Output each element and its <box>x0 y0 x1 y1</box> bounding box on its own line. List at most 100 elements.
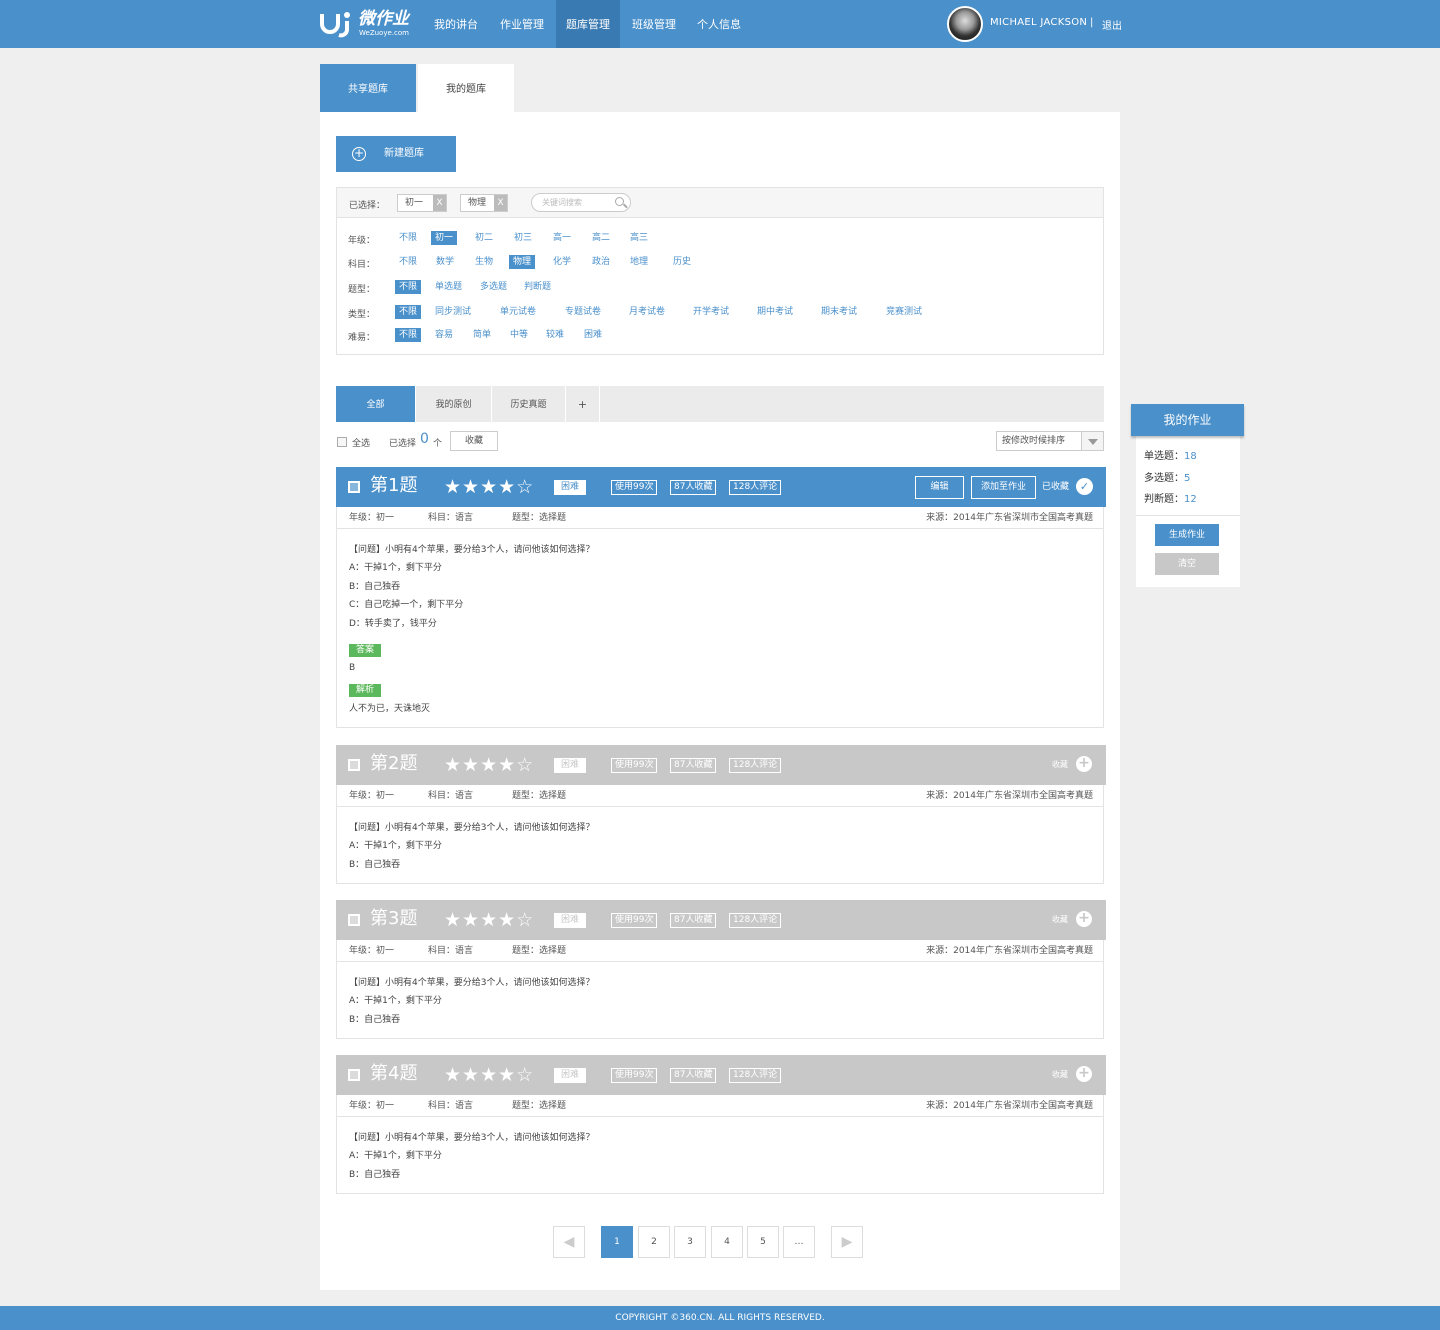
filter-option[interactable]: 不限 <box>395 231 421 245</box>
analysis-text: 人不为已，天诛地灭 <box>349 704 431 714</box>
filter-option[interactable]: 单元试卷 <box>496 305 540 319</box>
filter-option[interactable]: 物理 <box>509 255 536 269</box>
favorites-tag: 87人收藏 <box>670 1068 717 1083</box>
tab-add-button[interactable]: + <box>566 386 600 422</box>
filter-option[interactable]: 历史 <box>669 255 695 269</box>
nav-item-profile[interactable]: 个人信息 <box>688 0 750 48</box>
page-button[interactable]: 4 <box>711 1226 743 1258</box>
filter-option[interactable]: 期中考试 <box>753 305 797 319</box>
filter-option[interactable]: 高二 <box>588 231 614 245</box>
filter-option[interactable]: 不限 <box>395 255 421 269</box>
filter-option[interactable]: 多选题 <box>476 280 511 294</box>
filter-label-qtype: 题型： <box>348 285 376 295</box>
meta-type: 题型：选择题 <box>512 513 567 523</box>
meta-subject: 科目：语言 <box>428 1101 474 1111</box>
filter-option[interactable]: 月考试卷 <box>625 305 669 319</box>
question-checkbox[interactable] <box>348 481 360 493</box>
meta-source: 来源：2014年广东省深圳市全国高考真题 <box>926 946 1093 956</box>
keyword-search-input[interactable]: 关键词搜索 <box>531 193 631 212</box>
filter-option[interactable]: 简单 <box>469 328 495 342</box>
tab-my-original[interactable]: 我的原创 <box>416 386 492 422</box>
nav-item-homework[interactable]: 作业管理 <box>490 0 554 48</box>
filter-option[interactable]: 数学 <box>432 255 458 269</box>
filter-option[interactable]: 初一 <box>431 231 458 245</box>
chip-remove-button[interactable]: X <box>494 195 507 211</box>
collect-label: 收藏 <box>1052 760 1068 769</box>
logout-link[interactable]: 退出 <box>1102 17 1122 32</box>
question-option: A：干掉1个，剩下平分 <box>349 1151 442 1161</box>
nav-item-class[interactable]: 班级管理 <box>622 0 686 48</box>
question-stem: 【问题】小明有4个苹果，要分给3个人，请问他该如何选择？ <box>349 1133 595 1143</box>
avatar[interactable] <box>947 6 983 42</box>
page-button[interactable]: 1 <box>601 1226 633 1258</box>
add-to-homework-button[interactable]: 添加至作业 <box>971 476 1036 499</box>
rating-stars: ★★★★☆ <box>444 476 535 498</box>
meta-subject: 科目：语言 <box>428 946 474 956</box>
filter-option[interactable]: 困难 <box>580 328 606 342</box>
tab-all[interactable]: 全部 <box>336 386 416 422</box>
question-checkbox[interactable] <box>348 759 360 771</box>
filter-option[interactable]: 化学 <box>549 255 575 269</box>
filter-option[interactable]: 判断题 <box>520 280 555 294</box>
filter-option[interactable]: 中等 <box>506 328 532 342</box>
meta-grade: 年级：初一 <box>349 946 395 956</box>
plus-circle-icon[interactable]: + <box>1076 911 1092 927</box>
filter-option[interactable]: 同步测试 <box>431 305 475 319</box>
filter-option[interactable]: 政治 <box>588 255 614 269</box>
footer-copyright: COPYRIGHT ©360.CN. ALL RIGHTS RESERVED. <box>0 1306 1440 1330</box>
question-checkbox[interactable] <box>348 1069 360 1081</box>
logo-icon <box>320 12 350 38</box>
filter-option[interactable]: 专题试卷 <box>561 305 605 319</box>
generate-homework-button[interactable]: 生成作业 <box>1155 524 1219 546</box>
filter-option[interactable]: 不限 <box>395 328 422 342</box>
question-meta: 年级：初一 科目：语言 题型：选择题 来源：2014年广东省深圳市全国高考真题 <box>337 940 1103 962</box>
collect-label: 收藏 <box>1052 1070 1068 1079</box>
page-button[interactable]: 2 <box>638 1226 670 1258</box>
divider <box>1136 515 1240 516</box>
chip-remove-button[interactable]: X <box>433 195 446 211</box>
question-stem: 【问题】小明有4个苹果，要分给3个人，请问他该如何选择？ <box>349 823 595 833</box>
tab-shared-bank[interactable]: 共享题库 <box>320 64 416 112</box>
true-false-count: 判断题：12 <box>1144 490 1197 505</box>
filter-option[interactable]: 容易 <box>431 328 457 342</box>
filter-option[interactable]: 单选题 <box>431 280 466 294</box>
page-button[interactable]: 3 <box>674 1226 706 1258</box>
search-icon[interactable] <box>615 197 624 206</box>
edit-button[interactable]: 编辑 <box>915 476 964 499</box>
select-all-checkbox[interactable] <box>337 437 347 447</box>
filter-option[interactable]: 不限 <box>395 305 422 319</box>
new-bank-button[interactable]: + 新建题库 <box>336 136 456 172</box>
collect-button[interactable]: 收藏 <box>450 431 498 451</box>
tab-my-bank[interactable]: 我的题库 <box>418 64 514 112</box>
prev-page-button[interactable]: ◀ <box>553 1226 585 1258</box>
tab-past-exams[interactable]: 历史真题 <box>492 386 566 422</box>
next-page-button[interactable]: ▶ <box>831 1226 863 1258</box>
filter-option[interactable]: 高一 <box>549 231 575 245</box>
filter-option[interactable]: 期末考试 <box>817 305 861 319</box>
clear-button[interactable]: 清空 <box>1155 553 1219 575</box>
filter-option[interactable]: 高三 <box>626 231 652 245</box>
filter-option[interactable]: 较难 <box>542 328 568 342</box>
filter-option[interactable]: 初二 <box>471 231 497 245</box>
nav-item-question-bank[interactable]: 题库管理 <box>556 0 620 48</box>
question-checkbox[interactable] <box>348 914 360 926</box>
sort-select[interactable]: 按修改时候排序 <box>996 431 1104 451</box>
nav-item-lectern[interactable]: 我的讲台 <box>424 0 488 48</box>
username[interactable]: MICHAEL JACKSON <box>990 17 1087 28</box>
question-option: B：自己独吞 <box>349 1015 401 1025</box>
plus-circle-icon[interactable]: + <box>1076 1066 1092 1082</box>
meta-grade: 年级：初一 <box>349 791 395 801</box>
question-header: 第1题 ★★★★☆ 困难 使用99次 87人收藏 128人评论 编辑 添加至作业… <box>336 467 1106 507</box>
filter-option[interactable]: 开学考试 <box>689 305 733 319</box>
page-button[interactable]: 5 <box>747 1226 779 1258</box>
check-icon[interactable]: ✓ <box>1076 478 1093 495</box>
filter-option[interactable]: 不限 <box>395 280 422 294</box>
plus-circle-icon[interactable]: + <box>1076 756 1092 772</box>
filter-option[interactable]: 生物 <box>471 255 497 269</box>
filter-option[interactable]: 地理 <box>626 255 652 269</box>
comments-tag: 128人评论 <box>729 758 782 773</box>
favorites-tag: 87人收藏 <box>670 480 717 495</box>
filter-option[interactable]: 初三 <box>510 231 536 245</box>
filter-label-difficulty: 难易： <box>348 333 376 343</box>
filter-option[interactable]: 竞赛测试 <box>882 305 926 319</box>
